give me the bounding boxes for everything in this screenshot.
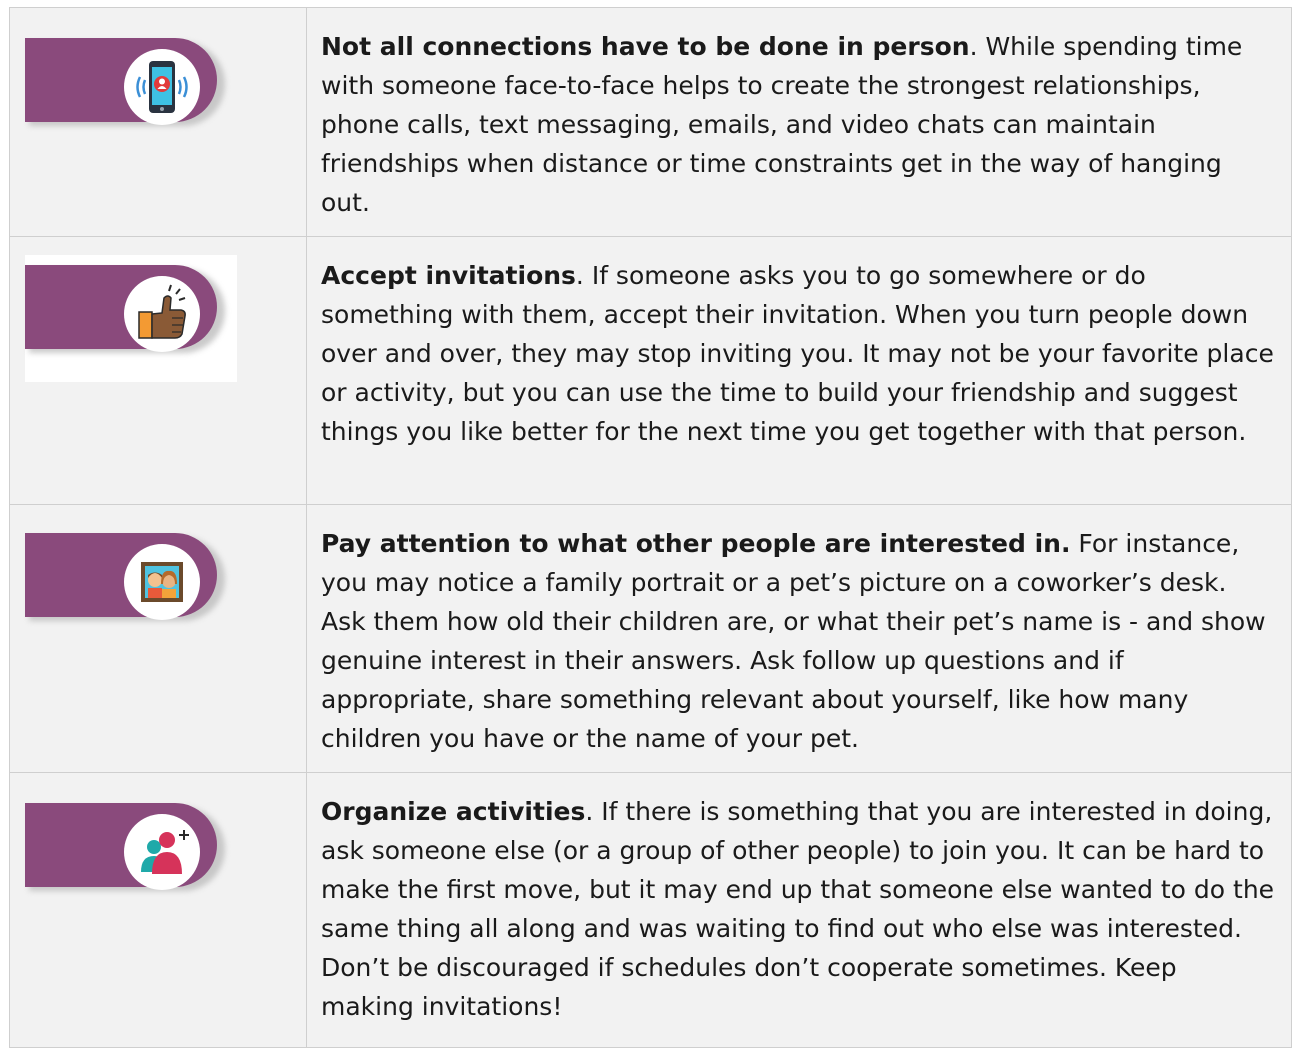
tip-body: For instance, you may notice a family po…	[321, 529, 1266, 753]
icon-tab	[25, 793, 225, 903]
tip-row-phone: Not all connections have to be done in p…	[9, 7, 1292, 237]
tip-row-organize: Organize activities. If there is somethi…	[9, 772, 1292, 1048]
tip-heading: Not all connections have to be done in p…	[321, 32, 970, 61]
tip-text-cell: Not all connections have to be done in p…	[306, 7, 1292, 237]
icon-tab	[25, 255, 225, 365]
tip-paragraph: Pay attention to what other people are i…	[321, 524, 1277, 758]
tip-text-cell: Accept invitations. If someone asks you …	[306, 236, 1292, 505]
thumbs-up-icon	[124, 276, 200, 352]
tip-text-cell: Organize activities. If there is somethi…	[306, 772, 1292, 1048]
tip-heading: Pay attention to what other people are i…	[321, 529, 1071, 558]
icon-tab	[25, 523, 225, 633]
phone-call-icon	[124, 49, 200, 125]
tip-body: . If there is something that you are int…	[321, 797, 1275, 1021]
tip-heading: Accept invitations	[321, 261, 576, 290]
tip-row-invitations: Accept invitations. If someone asks you …	[9, 236, 1292, 505]
icon-tab	[25, 28, 225, 138]
tip-paragraph: Organize activities. If there is somethi…	[321, 792, 1277, 1026]
icon-cell	[9, 504, 307, 773]
tips-table: Not all connections have to be done in p…	[9, 7, 1292, 1048]
tip-paragraph: Not all connections have to be done in p…	[321, 27, 1277, 222]
icon-cell	[9, 236, 307, 505]
tip-paragraph: Accept invitations. If someone asks you …	[321, 256, 1277, 451]
tip-heading: Organize activities	[321, 797, 586, 826]
family-portrait-icon	[124, 544, 200, 620]
tip-text-cell: Pay attention to what other people are i…	[306, 504, 1292, 773]
icon-cell	[9, 7, 307, 237]
tip-row-interests: Pay attention to what other people are i…	[9, 504, 1292, 773]
icon-cell	[9, 772, 307, 1048]
add-group-icon	[124, 814, 200, 890]
